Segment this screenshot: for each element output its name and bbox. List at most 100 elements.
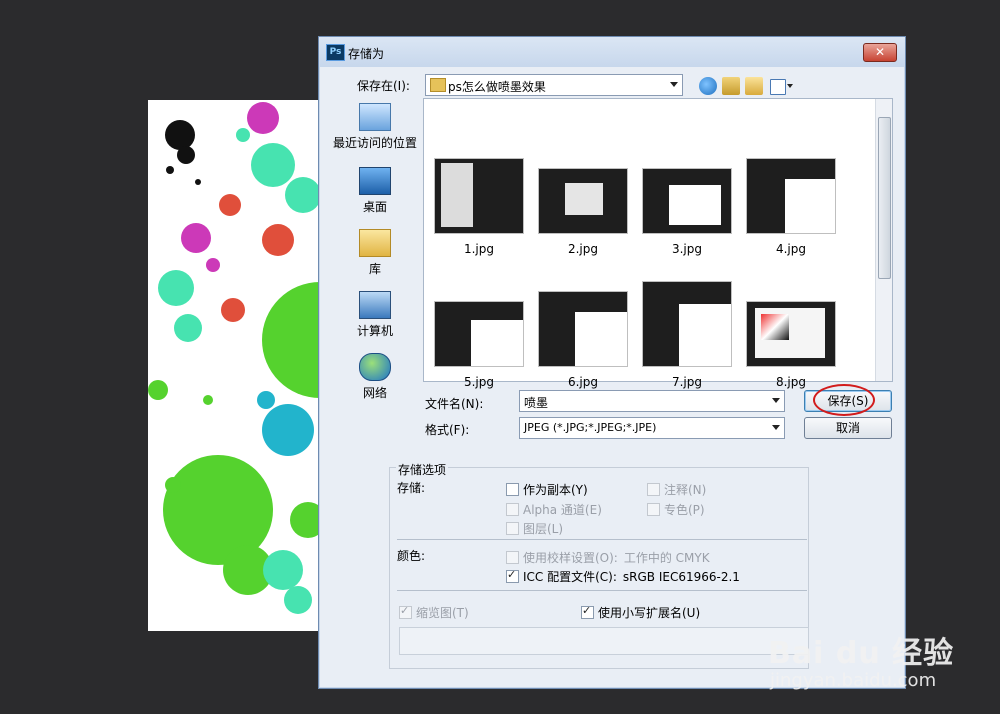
layers-checkbox[interactable]: 图层(L) xyxy=(506,520,563,537)
chevron-down-icon xyxy=(772,398,780,403)
scrollbar-thumb[interactable] xyxy=(878,117,891,279)
filename-label: 文件名(N): xyxy=(425,397,484,411)
view-menu-icon[interactable] xyxy=(770,79,786,95)
place-label: 最近访问的位置 xyxy=(332,136,417,150)
cancel-button[interactable]: 取消 xyxy=(804,417,892,439)
new-folder-icon[interactable] xyxy=(745,77,763,95)
lowercase-label: 使用小写扩展名(U) xyxy=(598,606,701,620)
file-name: 3.jpg xyxy=(671,242,703,256)
place-recent[interactable]: 最近访问的位置 xyxy=(329,103,421,151)
computer-icon xyxy=(359,291,391,319)
alpha-channels-checkbox[interactable]: Alpha 通道(E) xyxy=(506,501,602,518)
notes-checkbox[interactable]: 注释(N) xyxy=(647,481,706,498)
checkbox-box xyxy=(399,604,412,619)
save-in-label: 保存在(I): xyxy=(357,79,410,93)
place-label: 计算机 xyxy=(356,324,393,338)
icc-label: ICC 配置文件(C): xyxy=(523,570,617,584)
canvas-artwork xyxy=(148,100,320,631)
spot-label: 专色(P) xyxy=(664,503,705,517)
checkbox-box xyxy=(506,522,519,535)
file-list: 1.jpg 2.jpg 3.jpg 4.jpg 5.jpg 6.jpg 7.jp… xyxy=(423,98,893,389)
place-label: 网络 xyxy=(362,386,387,400)
place-network[interactable]: 网络 xyxy=(329,353,421,401)
places-bar: 最近访问的位置 桌面 库 计算机 网络 xyxy=(329,97,421,447)
file-thumbnail xyxy=(642,168,732,234)
recent-places-icon xyxy=(359,103,391,131)
thumbnail-checkbox[interactable]: 缩览图(T) xyxy=(399,604,469,621)
file-item[interactable]: 8.jpg xyxy=(741,301,841,389)
alpha-label: Alpha 通道(E) xyxy=(523,503,602,517)
save-in-value: ps怎么做喷墨效果 xyxy=(448,80,546,94)
divider xyxy=(397,590,807,591)
as-copy-label: 作为副本(Y) xyxy=(523,483,588,497)
dialog-title: 存储为 xyxy=(348,47,385,61)
filename-input[interactable]: 喷墨 xyxy=(519,390,785,412)
icc-value: sRGB IEC61966-2.1 xyxy=(622,569,740,584)
desktop-icon xyxy=(359,167,391,195)
file-name: 1.jpg xyxy=(463,242,495,256)
save-options-title: 存储选项 xyxy=(396,461,449,478)
as-copy-checkbox[interactable]: 作为副本(Y) xyxy=(506,481,588,498)
back-icon[interactable] xyxy=(699,77,717,95)
checkbox-box xyxy=(506,551,519,564)
place-desktop[interactable]: 桌面 xyxy=(329,167,421,215)
checkbox-box xyxy=(506,503,519,516)
close-button[interactable]: ✕ xyxy=(863,43,897,62)
filename-value: 喷墨 xyxy=(524,396,549,410)
file-name: 5.jpg xyxy=(463,375,495,389)
file-item[interactable]: 1.jpg xyxy=(429,158,529,256)
chevron-down-icon xyxy=(670,82,678,87)
warning-area xyxy=(399,627,809,655)
save-in-dropdown[interactable]: ps怎么做喷墨效果 xyxy=(425,74,683,96)
format-value: JPEG (*.JPG;*.JPEG;*.JPE) xyxy=(524,421,657,434)
file-item[interactable]: 3.jpg xyxy=(637,159,737,256)
save-as-dialog: Ps 存储为 ✕ 保存在(I): ps怎么做喷墨效果 最近访问的位置 桌面 库 … xyxy=(318,36,906,689)
file-thumbnail xyxy=(538,291,628,367)
file-thumbnail xyxy=(746,301,836,367)
view-dropdown-icon[interactable] xyxy=(787,84,793,88)
format-dropdown[interactable]: JPEG (*.JPG;*.JPEG;*.JPE) xyxy=(519,417,785,439)
spot-colors-checkbox[interactable]: 专色(P) xyxy=(647,501,705,518)
network-icon xyxy=(359,353,391,381)
checkbox-box xyxy=(506,483,519,496)
watermark-url: jingyan.baidu.com xyxy=(770,670,937,691)
file-name: 7.jpg xyxy=(671,375,703,389)
file-item[interactable]: 6.jpg xyxy=(533,291,633,389)
layers-label: 图层(L) xyxy=(523,522,564,536)
place-label: 库 xyxy=(368,262,381,276)
proof-setup-checkbox[interactable]: 使用校样设置(O): 工作中的 CMYK xyxy=(506,549,710,566)
file-item[interactable]: 5.jpg xyxy=(429,301,529,389)
libraries-icon xyxy=(359,229,391,257)
photoshop-icon: Ps xyxy=(326,44,345,61)
file-thumbnail xyxy=(642,281,732,367)
file-thumbnail xyxy=(434,301,524,367)
folder-icon xyxy=(430,78,446,92)
format-label: 格式(F): xyxy=(425,423,470,437)
checkbox-box xyxy=(647,483,660,496)
file-name: 4.jpg xyxy=(775,242,807,256)
file-thumbnail xyxy=(538,168,628,234)
file-item[interactable]: 4.jpg xyxy=(741,158,841,256)
file-item[interactable]: 2.jpg xyxy=(533,159,633,256)
thumbnail-label: 缩览图(T) xyxy=(416,606,469,620)
file-name: 2.jpg xyxy=(567,242,599,256)
checkbox-box xyxy=(506,568,519,583)
notes-label: 注释(N) xyxy=(664,483,707,497)
file-item[interactable]: 7.jpg xyxy=(637,281,737,389)
checkbox-box xyxy=(647,503,660,516)
lowercase-extension-checkbox[interactable]: 使用小写扩展名(U) xyxy=(581,604,700,621)
title-bar: Ps 存储为 ✕ xyxy=(319,37,905,67)
icc-profile-checkbox[interactable]: ICC 配置文件(C): sRGB IEC61966-2.1 xyxy=(506,568,740,585)
place-libraries[interactable]: 库 xyxy=(329,229,421,277)
vertical-scrollbar[interactable] xyxy=(875,99,892,381)
baidu-jingyan-logo: Bai du 经验 xyxy=(768,636,955,671)
storage-label: 存储: xyxy=(397,481,426,495)
place-computer[interactable]: 计算机 xyxy=(329,291,421,339)
checkbox-box xyxy=(581,604,594,619)
up-folder-icon[interactable] xyxy=(722,77,740,95)
highlight-circle xyxy=(813,384,875,416)
chevron-down-icon xyxy=(772,425,780,430)
proof-value: 工作中的 CMYK xyxy=(623,551,710,565)
file-thumbnail xyxy=(434,158,524,234)
proof-label: 使用校样设置(O): xyxy=(523,551,618,565)
